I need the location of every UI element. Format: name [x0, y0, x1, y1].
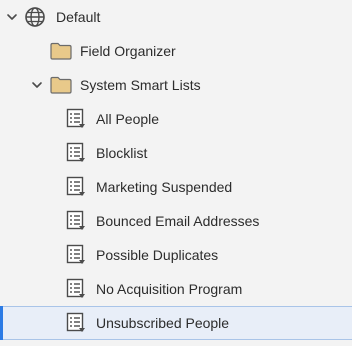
smart-list-label: Possible Duplicates [96, 247, 219, 263]
smart-list-unsubscribed-people[interactable]: Unsubscribed People [0, 306, 352, 340]
folder-icon [50, 76, 72, 94]
folder-icon [50, 42, 72, 60]
smart-list-icon [66, 176, 86, 198]
smart-list-icon [66, 108, 86, 130]
tree-node-label: Default [56, 9, 101, 25]
smart-list-icon [66, 312, 86, 334]
folder-tree: Default Field Organizer System Smart Lis… [0, 0, 352, 346]
chevron-down-icon[interactable] [31, 79, 43, 91]
smart-list-icon [66, 244, 86, 266]
smart-list-no-acquisition-program[interactable]: No Acquisition Program [0, 272, 352, 306]
smart-list-label: Unsubscribed People [96, 315, 230, 331]
smart-list-possible-duplicates[interactable]: Possible Duplicates [0, 238, 352, 272]
tree-node-label: System Smart Lists [80, 77, 201, 93]
smart-list-marketing-suspended[interactable]: Marketing Suspended [0, 170, 352, 204]
tree-node-default[interactable]: Default [0, 0, 352, 34]
smart-list-bounced-email-addresses[interactable]: Bounced Email Addresses [0, 204, 352, 238]
smart-list-label: Marketing Suspended [96, 179, 233, 195]
smart-list-label: All People [96, 111, 160, 127]
tree-node-system-smart-lists[interactable]: System Smart Lists [0, 68, 352, 102]
smart-list-all-people[interactable]: All People [0, 102, 352, 136]
tree-node-label: Field Organizer [80, 43, 176, 59]
smart-list-blocklist[interactable]: Blocklist [0, 136, 352, 170]
chevron-down-icon[interactable] [6, 11, 18, 23]
smart-list-icon [66, 142, 86, 164]
smart-list-label: No Acquisition Program [96, 281, 243, 297]
smart-list-label: Bounced Email Addresses [96, 213, 260, 229]
smart-list-icon [66, 278, 86, 300]
smart-list-label: Blocklist [96, 145, 148, 161]
globe-icon [24, 6, 46, 28]
tree-node-field-organizer[interactable]: Field Organizer [0, 34, 352, 68]
smart-list-icon [66, 210, 86, 232]
